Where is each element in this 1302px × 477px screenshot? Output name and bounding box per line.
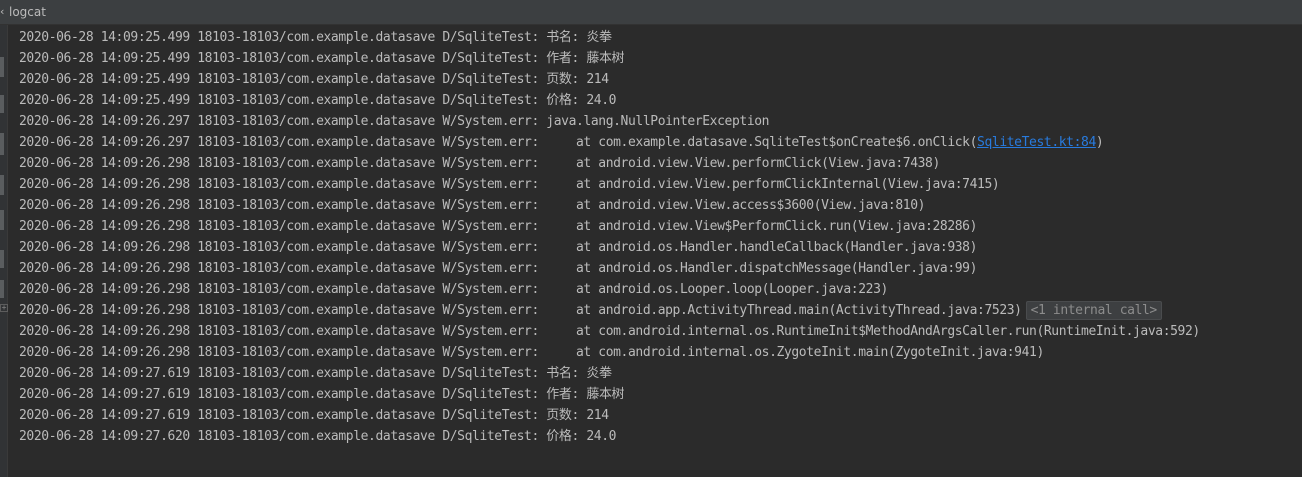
- log-line: 2020-06-28 14:09:26.298 18103-18103/com.…: [19, 300, 1302, 321]
- log-line: 2020-06-28 14:09:26.298 18103-18103/com.…: [19, 237, 1302, 258]
- log-line: 2020-06-28 14:09:25.499 18103-18103/com.…: [19, 48, 1302, 69]
- tool-window-header: ‹ logcat: [0, 0, 1302, 25]
- log-line-text: 2020-06-28 14:09:26.297 18103-18103/com.…: [19, 114, 770, 129]
- log-line: 2020-06-28 14:09:25.499 18103-18103/com.…: [19, 69, 1302, 90]
- log-line-text: 2020-06-28 14:09:25.499 18103-18103/com.…: [19, 51, 625, 66]
- log-line: 2020-06-28 14:09:27.619 18103-18103/com.…: [19, 363, 1302, 384]
- left-gutter: +: [0, 25, 8, 477]
- log-line-text: 2020-06-28 14:09:26.298 18103-18103/com.…: [19, 324, 1200, 339]
- log-line-text: 2020-06-28 14:09:26.298 18103-18103/com.…: [19, 303, 1022, 318]
- log-line-text: 2020-06-28 14:09:25.499 18103-18103/com.…: [19, 93, 617, 108]
- log-line: 2020-06-28 14:09:26.297 18103-18103/com.…: [19, 111, 1302, 132]
- log-line: 2020-06-28 14:09:26.298 18103-18103/com.…: [19, 342, 1302, 363]
- log-line: 2020-06-28 14:09:26.298 18103-18103/com.…: [19, 321, 1302, 342]
- log-line-text: 2020-06-28 14:09:27.619 18103-18103/com.…: [19, 387, 625, 402]
- log-line-text: 2020-06-28 14:09:26.297 18103-18103/com.…: [19, 135, 978, 150]
- chevron-left-icon[interactable]: ‹: [0, 5, 6, 19]
- source-link[interactable]: SqliteTest.kt:84: [977, 135, 1096, 150]
- log-line-text: 2020-06-28 14:09:27.620 18103-18103/com.…: [19, 429, 617, 444]
- tool-window-title: logcat: [9, 5, 46, 19]
- log-line: 2020-06-28 14:09:26.298 18103-18103/com.…: [19, 153, 1302, 174]
- log-line: 2020-06-28 14:09:26.298 18103-18103/com.…: [19, 195, 1302, 216]
- gutter-marker: [0, 133, 4, 155]
- log-line: 2020-06-28 14:09:26.298 18103-18103/com.…: [19, 279, 1302, 300]
- log-line: 2020-06-28 14:09:25.499 18103-18103/com.…: [19, 90, 1302, 111]
- fold-expand-icon[interactable]: +: [0, 304, 8, 312]
- log-line-text: 2020-06-28 14:09:26.298 18103-18103/com.…: [19, 219, 978, 234]
- gutter-marker: [0, 250, 4, 268]
- log-line: 2020-06-28 14:09:27.619 18103-18103/com.…: [19, 384, 1302, 405]
- gutter-marker: [0, 57, 4, 77]
- log-line: 2020-06-28 14:09:26.298 18103-18103/com.…: [19, 174, 1302, 195]
- gutter-marker: [0, 210, 4, 230]
- log-line-text: 2020-06-28 14:09:26.298 18103-18103/com.…: [19, 177, 1000, 192]
- gutter-marker: [0, 95, 4, 113]
- gutter-marker: [0, 175, 4, 195]
- log-line-text: 2020-06-28 14:09:27.619 18103-18103/com.…: [19, 408, 609, 423]
- log-line-suffix: ): [1095, 135, 1104, 150]
- log-line: 2020-06-28 14:09:26.298 18103-18103/com.…: [19, 258, 1302, 279]
- log-line-text: 2020-06-28 14:09:26.298 18103-18103/com.…: [19, 198, 926, 213]
- log-line: 2020-06-28 14:09:26.297 18103-18103/com.…: [19, 132, 1302, 153]
- logcat-output[interactable]: 2020-06-28 14:09:25.499 18103-18103/com.…: [19, 27, 1302, 447]
- log-line: 2020-06-28 14:09:27.619 18103-18103/com.…: [19, 405, 1302, 426]
- log-line: 2020-06-28 14:09:25.499 18103-18103/com.…: [19, 27, 1302, 48]
- log-line-text: 2020-06-28 14:09:27.619 18103-18103/com.…: [19, 366, 612, 381]
- log-line: 2020-06-28 14:09:27.620 18103-18103/com.…: [19, 426, 1302, 447]
- internal-call-fold[interactable]: <1 internal call>: [1025, 301, 1162, 320]
- gutter-marker: [0, 280, 4, 298]
- log-line-text: 2020-06-28 14:09:26.298 18103-18103/com.…: [19, 282, 888, 297]
- log-line-text: 2020-06-28 14:09:26.298 18103-18103/com.…: [19, 345, 1044, 360]
- log-line-text: 2020-06-28 14:09:26.298 18103-18103/com.…: [19, 240, 978, 255]
- log-line: 2020-06-28 14:09:26.298 18103-18103/com.…: [19, 216, 1302, 237]
- log-line-text: 2020-06-28 14:09:26.298 18103-18103/com.…: [19, 261, 978, 276]
- log-line-text: 2020-06-28 14:09:25.499 18103-18103/com.…: [19, 30, 612, 45]
- log-line-text: 2020-06-28 14:09:25.499 18103-18103/com.…: [19, 72, 609, 87]
- log-line-text: 2020-06-28 14:09:26.298 18103-18103/com.…: [19, 156, 940, 171]
